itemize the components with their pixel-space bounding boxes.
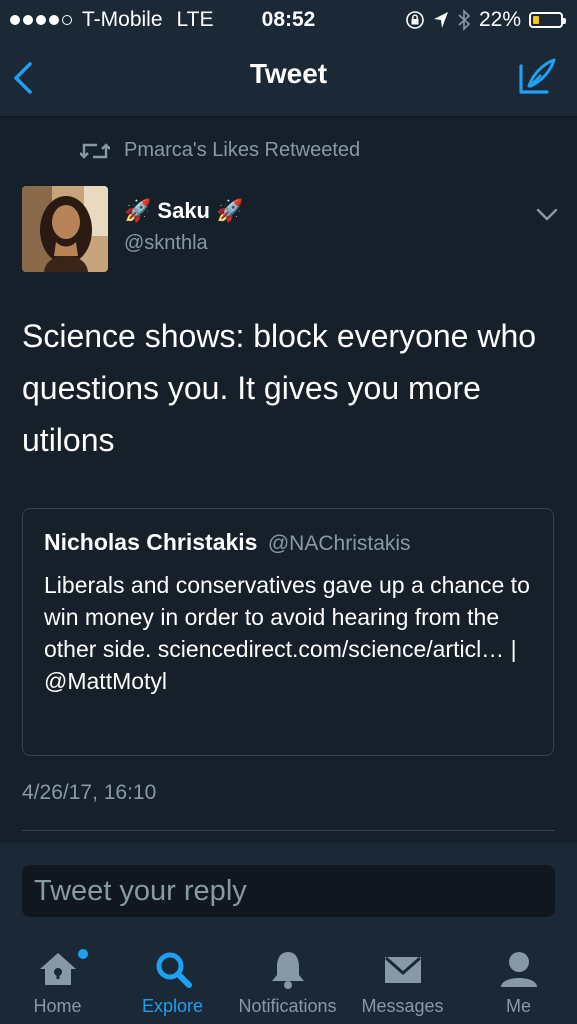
retweet-icon xyxy=(80,142,110,159)
avatar[interactable] xyxy=(22,186,108,272)
author-display-name[interactable]: Saku xyxy=(157,198,210,224)
battery-percent: 22% xyxy=(478,8,521,31)
battery-level xyxy=(533,16,539,24)
rocket-emoji-right: 🚀 xyxy=(216,198,244,223)
rocket-emoji-left: 🚀 xyxy=(124,198,152,223)
tab-home[interactable]: Home xyxy=(0,933,115,1024)
tab-messages-label: Messages xyxy=(361,996,444,1016)
tab-me[interactable]: Me xyxy=(460,933,577,1024)
battery-icon xyxy=(529,12,566,28)
person-icon xyxy=(500,952,537,987)
quoted-author-handle: @NAChristakis xyxy=(267,532,411,555)
nav-bar: Tweet xyxy=(0,40,577,117)
retweeted-by-label[interactable]: Pmarca's Likes Retweeted xyxy=(124,139,360,162)
home-icon xyxy=(39,953,76,985)
bluetooth-icon xyxy=(458,9,471,31)
tab-notifications[interactable]: Notifications xyxy=(230,933,345,1024)
tab-bar: Home Explore Notifications Messages Me xyxy=(0,933,577,1024)
tab-explore-label: Explore xyxy=(141,996,204,1016)
tab-notifications-label: Notifications xyxy=(238,996,337,1016)
quoted-tweet[interactable]: Nicholas Christakis @NAChristakis Libera… xyxy=(22,508,554,756)
tab-explore[interactable]: Explore xyxy=(115,933,230,1024)
tab-me-label: Me xyxy=(505,996,531,1016)
home-notification-dot xyxy=(78,949,88,959)
author-handle[interactable]: @sknthla xyxy=(124,232,208,255)
rotation-lock-icon xyxy=(406,11,424,29)
tab-messages[interactable]: Messages xyxy=(345,933,460,1024)
quoted-tweet-text: Liberals and conservatives gave up a cha… xyxy=(44,572,530,694)
status-bar: T-Mobile LTE 08:52 22% xyxy=(0,0,577,40)
author-name[interactable]: 🚀 Saku 🚀 xyxy=(124,198,243,224)
bell-icon xyxy=(271,952,304,989)
tab-home-label: Home xyxy=(33,996,82,1016)
quoted-author-name: Nicholas Christakis xyxy=(44,529,258,555)
quoted-tweet-header: Nicholas Christakis @NAChristakis xyxy=(44,529,411,556)
status-right: 22% xyxy=(405,8,566,32)
search-icon xyxy=(156,952,192,988)
tweet-text: Science shows: block everyone who questi… xyxy=(22,318,537,458)
reply-input[interactable] xyxy=(22,865,555,917)
compose-tweet-icon[interactable] xyxy=(517,56,557,96)
envelope-icon xyxy=(384,956,421,983)
tweet-timestamp: 4/26/17, 16:10 xyxy=(22,781,157,804)
retweet-context: Pmarca's Likes Retweeted xyxy=(80,139,360,162)
location-arrow-icon xyxy=(433,12,448,28)
chevron-down-icon[interactable] xyxy=(536,208,558,222)
reply-bar xyxy=(0,843,577,933)
page-title: Tweet xyxy=(249,58,328,89)
divider xyxy=(22,830,555,831)
